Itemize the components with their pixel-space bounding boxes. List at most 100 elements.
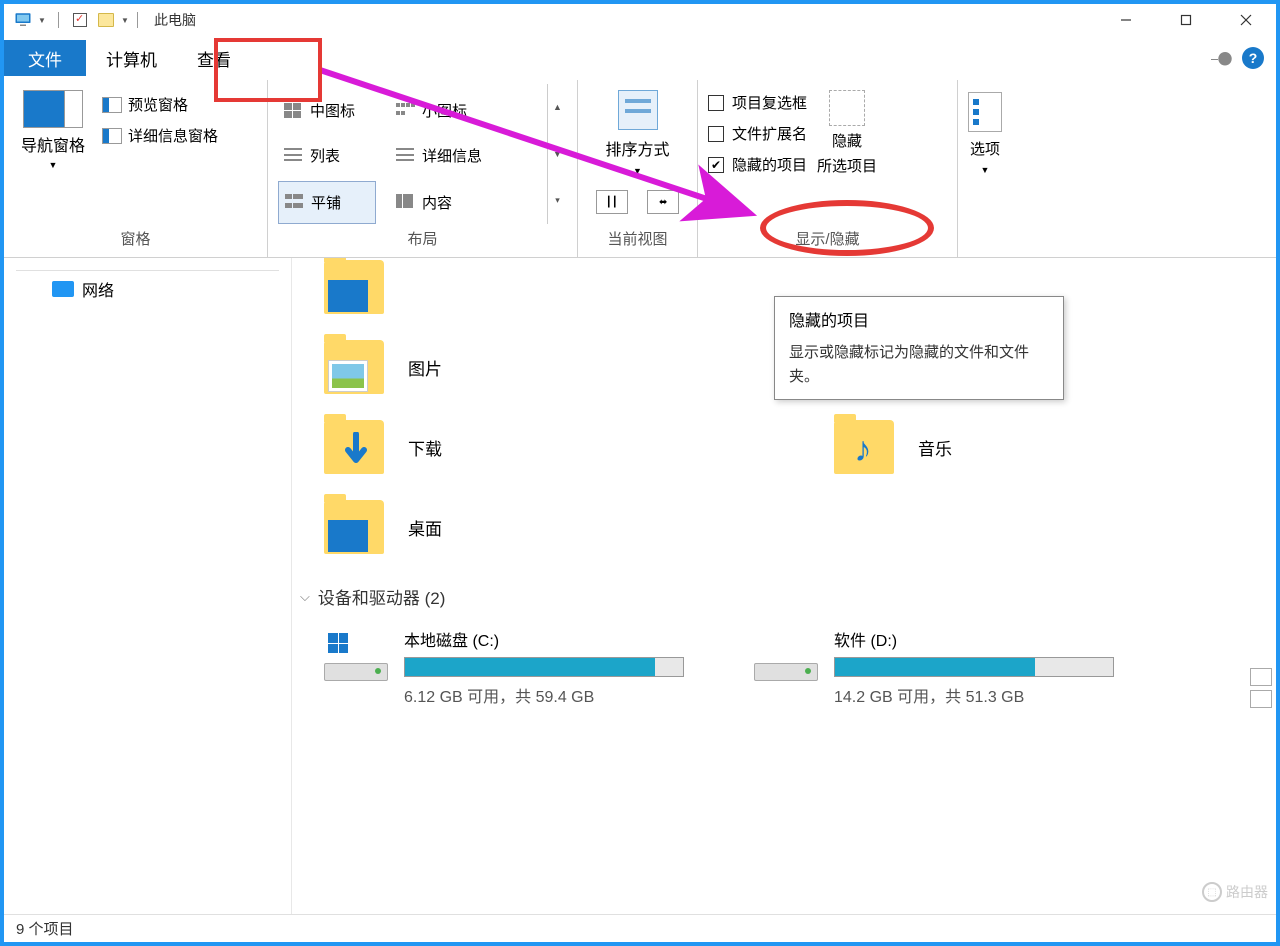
drive-stat: 6.12 GB 可用，共 59.4 GB xyxy=(404,683,684,707)
tab-computer[interactable]: 计算机 xyxy=(86,40,177,76)
pin-icon[interactable]: ⎯⬤ xyxy=(1211,50,1232,67)
checkbox-icon xyxy=(708,126,724,142)
close-button[interactable] xyxy=(1216,4,1276,36)
view-large-toggle[interactable] xyxy=(1250,690,1272,708)
group-by-button[interactable]: ┃┃ xyxy=(596,190,628,214)
new-folder-icon[interactable] xyxy=(95,9,117,31)
checkbox-checked-icon xyxy=(708,157,724,173)
details-icon xyxy=(396,148,416,164)
drive-stat: 14.2 GB 可用，共 51.3 GB xyxy=(834,683,1114,707)
layout-scrollbar[interactable]: ▲▼▾ xyxy=(547,84,567,224)
downloads-folder-icon xyxy=(324,420,384,474)
folder-icon xyxy=(324,260,384,314)
chevron-down-icon: ▼ xyxy=(49,160,58,170)
separator xyxy=(58,12,59,28)
ribbon-group-panes: 导航窗格 ▼ 预览窗格 详细信息窗格 窗格 xyxy=(4,80,268,257)
help-icon[interactable]: ? xyxy=(1242,47,1264,69)
details-pane-icon xyxy=(102,128,122,144)
tooltip-body: 显示或隐藏标记为隐藏的文件和文件夹。 xyxy=(789,341,1049,389)
separator xyxy=(137,12,138,28)
layout-group-label: 布局 xyxy=(278,224,567,253)
tab-view[interactable]: 查看 xyxy=(177,40,251,76)
properties-icon[interactable] xyxy=(69,9,91,31)
sidebar-label: 网络 xyxy=(82,277,114,301)
view-details-toggle[interactable] xyxy=(1250,668,1272,686)
window-title: 此电脑 xyxy=(154,10,196,30)
preview-pane-label: 预览窗格 xyxy=(128,94,188,115)
layout-medium-icons[interactable]: 中图标 xyxy=(278,90,376,131)
desktop-folder-icon xyxy=(324,500,384,554)
navigation-pane-button[interactable]: 导航窗格 ▼ xyxy=(14,84,92,224)
hide-selected-button[interactable]: 隐藏 所选项目 xyxy=(817,84,877,224)
chevron-down-icon: ⌵ xyxy=(300,589,310,605)
ribbon-group-options: 选项 ▼ xyxy=(958,80,1062,257)
network-icon xyxy=(52,281,74,297)
dropdown-arrow-icon: ▼ xyxy=(38,16,48,25)
options-button[interactable]: 选项 ▼ xyxy=(968,84,1002,228)
sidebar-item-network[interactable]: 网络 xyxy=(4,271,291,307)
panes-group-label: 窗格 xyxy=(14,224,257,253)
scroll-up-icon[interactable]: ▲ xyxy=(548,84,567,131)
drive-icon xyxy=(754,641,818,681)
qat-customize-icon[interactable]: ▼ xyxy=(121,16,131,25)
ribbon-group-current-view: 排序方式 ▼ ┃┃ ⬌ 当前视图 xyxy=(578,80,698,257)
tiles-icon xyxy=(285,194,305,210)
pictures-folder-icon xyxy=(324,340,384,394)
title-bar: ▼ ▼ 此电脑 xyxy=(4,4,1276,36)
details-pane-button[interactable]: 详细信息窗格 xyxy=(102,125,218,146)
drive-icon xyxy=(324,641,388,681)
list-icon xyxy=(284,148,304,164)
small-icons-icon xyxy=(396,103,416,119)
computer-icon[interactable] xyxy=(12,9,34,31)
details-pane-label: 详细信息窗格 xyxy=(128,125,218,146)
layout-details[interactable]: 详细信息 xyxy=(390,135,488,176)
tooltip-hidden-items: 隐藏的项目 显示或隐藏标记为隐藏的文件和文件夹。 xyxy=(774,296,1064,400)
medium-icons-icon xyxy=(284,103,304,119)
view-mode-toggles xyxy=(1250,668,1272,708)
maximize-button[interactable] xyxy=(1156,4,1216,36)
folder-item-downloads[interactable]: 下载 xyxy=(324,420,442,474)
options-icon xyxy=(968,92,1002,132)
layout-tiles[interactable]: 平铺 xyxy=(278,181,376,224)
file-extensions-toggle[interactable]: 文件扩展名 xyxy=(708,123,807,144)
hide-icon xyxy=(829,90,865,126)
ribbon-tabs: 文件 计算机 查看 ⎯⬤ ? xyxy=(4,36,1276,80)
content-area: 网络 图片 下载 xyxy=(4,258,1276,914)
folder-item-desktop[interactable]: 桌面 xyxy=(324,500,1264,554)
current-view-label: 当前视图 xyxy=(588,224,687,253)
scroll-more-icon[interactable]: ▾ xyxy=(548,177,567,224)
nav-pane-icon xyxy=(23,90,65,128)
tooltip-title: 隐藏的项目 xyxy=(789,307,1049,331)
status-bar: 9 个项目 xyxy=(4,914,1276,942)
preview-pane-button[interactable]: 预览窗格 xyxy=(102,94,218,115)
size-columns-button[interactable]: ⬌ xyxy=(647,190,679,214)
preview-pane-icon xyxy=(102,97,122,113)
drive-usage-bar xyxy=(834,657,1114,677)
hidden-items-toggle[interactable]: 隐藏的项目 xyxy=(708,154,807,175)
ribbon-group-show-hide: 项目复选框 文件扩展名 隐藏的项目 隐藏 所选项目 显示/隐藏 xyxy=(698,80,958,257)
sort-by-button[interactable]: 排序方式 ▼ xyxy=(588,84,687,176)
chevron-down-icon: ▼ xyxy=(981,165,990,175)
section-header-devices[interactable]: ⌵ 设备和驱动器 (2) xyxy=(300,584,1264,609)
navigation-sidebar: 网络 xyxy=(4,258,292,914)
scroll-down-icon[interactable]: ▼ xyxy=(548,131,567,178)
chevron-down-icon: ▼ xyxy=(633,166,642,176)
minimize-button[interactable] xyxy=(1096,4,1156,36)
drive-d[interactable]: 软件 (D:) 14.2 GB 可用，共 51.3 GB xyxy=(754,627,1114,707)
music-folder-icon: ♪ xyxy=(834,420,894,474)
checkbox-icon xyxy=(708,95,724,111)
drive-c[interactable]: 本地磁盘 (C:) 6.12 GB 可用，共 59.4 GB xyxy=(324,627,684,707)
tab-file[interactable]: 文件 xyxy=(4,40,86,76)
status-text: 9 个项目 xyxy=(16,918,74,939)
sort-icon xyxy=(618,90,658,130)
ribbon: 导航窗格 ▼ 预览窗格 详细信息窗格 窗格 中图标 小图标 列表 详细信息 平铺 xyxy=(4,80,1276,258)
content-icon xyxy=(396,194,416,210)
layout-content[interactable]: 内容 xyxy=(390,181,488,224)
folder-item-music[interactable]: ♪ 音乐 xyxy=(834,420,952,474)
item-checkboxes-toggle[interactable]: 项目复选框 xyxy=(708,92,807,113)
layout-list[interactable]: 列表 xyxy=(278,135,376,176)
folder-item-pictures[interactable]: 图片 xyxy=(324,340,442,394)
sort-label: 排序方式 xyxy=(605,136,669,160)
ribbon-group-layout: 中图标 小图标 列表 详细信息 平铺 内容 ▲▼▾ 布局 xyxy=(268,80,578,257)
layout-small-icons[interactable]: 小图标 xyxy=(390,90,488,131)
